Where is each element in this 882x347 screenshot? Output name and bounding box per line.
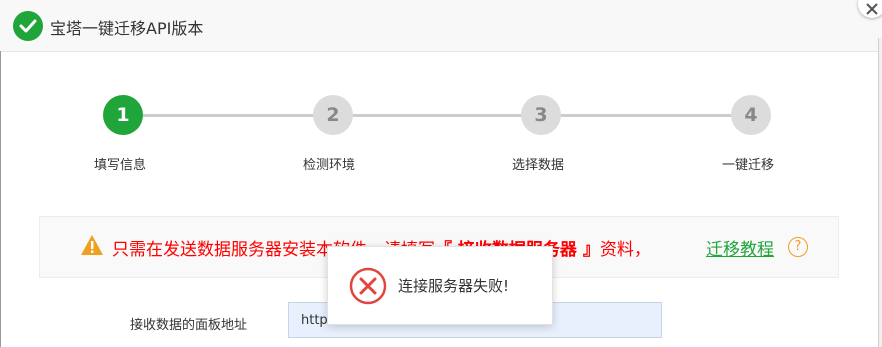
warning-icon bbox=[81, 235, 103, 255]
step-2-indicator: 2 bbox=[313, 95, 353, 135]
dialog-border bbox=[0, 51, 1, 347]
error-icon bbox=[349, 267, 387, 305]
step-connector bbox=[143, 114, 313, 117]
error-toast: 连接服务器失败! bbox=[327, 246, 553, 325]
step-2-label: 检测环境 bbox=[303, 158, 356, 173]
notice-suffix: 资料， bbox=[599, 240, 651, 260]
step-3-indicator: 3 bbox=[521, 95, 561, 135]
dialog-title: 宝塔一键迁移API版本 bbox=[50, 19, 204, 38]
scrollbar[interactable] bbox=[878, 38, 882, 347]
step-connector bbox=[353, 114, 521, 117]
step-4-label: 一键迁移 bbox=[722, 158, 775, 173]
panel-url-label: 接收数据的面板地址 bbox=[130, 318, 248, 333]
step-1-indicator: 1 bbox=[103, 95, 143, 135]
toast-message: 连接服务器失败! bbox=[398, 277, 510, 295]
migration-tutorial-link[interactable]: 迁移教程 bbox=[706, 235, 774, 260]
step-1-label: 填写信息 bbox=[94, 158, 147, 173]
step-4-indicator: 4 bbox=[731, 95, 771, 135]
step-connector bbox=[561, 114, 731, 117]
step-3-label: 选择数据 bbox=[512, 158, 565, 173]
check-icon bbox=[13, 11, 43, 41]
help-icon[interactable]: ? bbox=[788, 237, 808, 257]
dialog-header: 宝塔一键迁移API版本 bbox=[0, 0, 882, 52]
